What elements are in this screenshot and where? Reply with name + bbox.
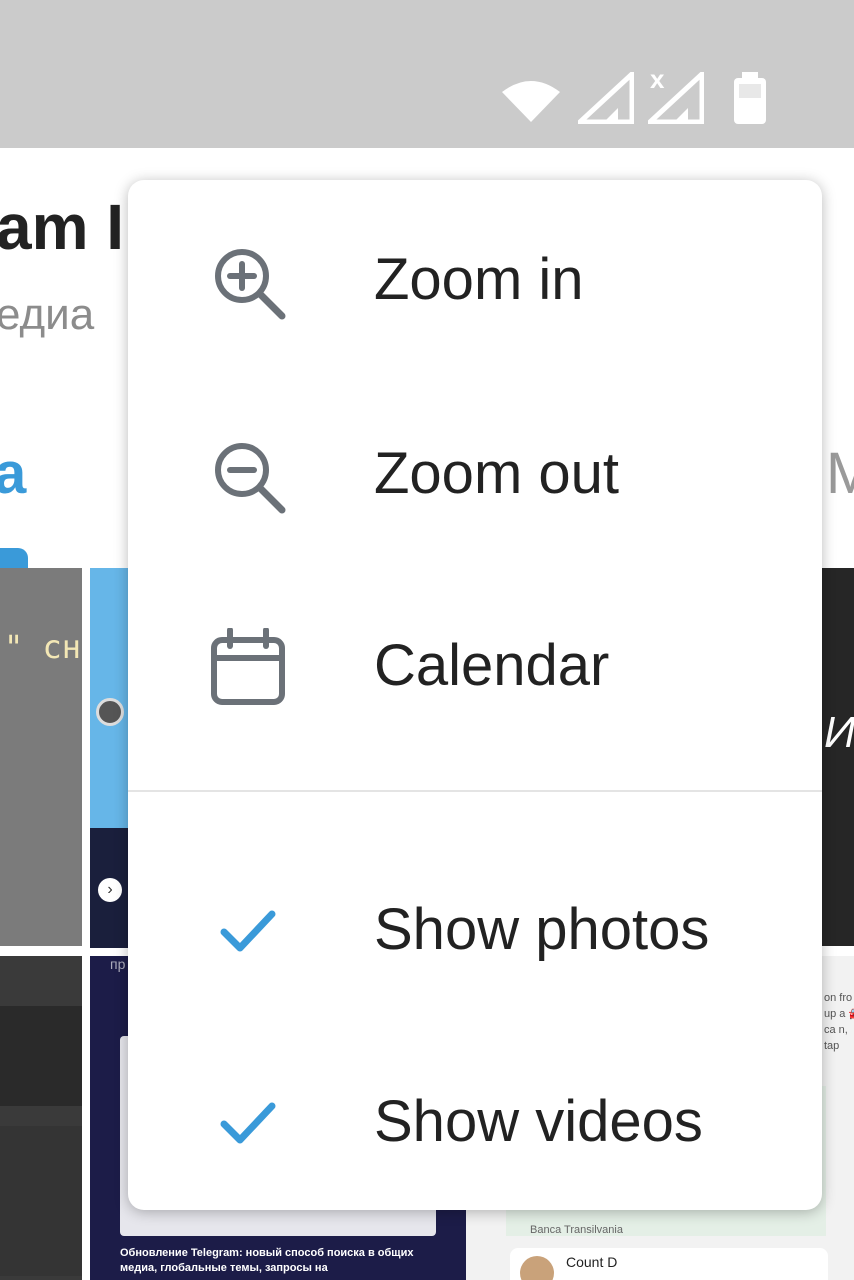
tile-text: on fro s up a 🚘 ca n, tap: [824, 992, 854, 1052]
tab-next[interactable]: M: [826, 440, 854, 507]
menu-item-show-photos[interactable]: Show photos: [128, 830, 822, 1022]
tab-media[interactable]: a: [0, 440, 26, 507]
tile-text: " сно: [4, 628, 82, 666]
calendar-icon: [211, 628, 285, 705]
menu-item-label: Zoom in: [374, 247, 584, 312]
menu-item-calendar[interactable]: Calendar: [128, 566, 822, 758]
menu-item-label: Calendar: [374, 633, 610, 698]
overflow-menu: Zoom in Zoom out Calendar Show photos Sh…: [128, 180, 822, 1210]
no-service-mark: x: [650, 64, 665, 94]
forward-badge-icon: ›: [98, 878, 122, 902]
tile-caption: Обновление Telegram: новый способ поиска…: [120, 1247, 414, 1274]
tile-text: пр: [110, 956, 126, 972]
tab-indicator: [0, 548, 28, 568]
contact-card: Count D: [510, 1248, 828, 1280]
avatar: [520, 1256, 554, 1280]
zoom-in-icon: [215, 249, 286, 320]
zoom-out-icon: [215, 443, 286, 514]
menu-item-label: Show photos: [374, 897, 710, 962]
chat-title: am I: [0, 191, 125, 263]
media-tile[interactable]: [0, 956, 82, 1280]
menu-item-show-videos[interactable]: Show videos: [128, 1022, 822, 1214]
media-tile[interactable]: " сно: [0, 568, 82, 946]
menu-divider: [128, 790, 822, 792]
battery-icon: [734, 72, 766, 124]
status-bar: x: [0, 0, 854, 148]
menu-item-zoom-out[interactable]: Zoom out: [128, 374, 822, 566]
wifi-icon: [502, 81, 560, 122]
menu-item-label: Zoom out: [374, 441, 619, 506]
media-tile[interactable]: [90, 568, 130, 828]
tile-band: [0, 1126, 82, 1276]
check-icon: [220, 1102, 276, 1144]
cell-signal-icon: [578, 72, 634, 124]
menu-item-zoom-in[interactable]: Zoom in: [128, 180, 822, 372]
map-label: Banca Transilvania: [530, 1224, 623, 1236]
menu-item-label: Show videos: [374, 1089, 703, 1154]
chat-subtitle: едиа: [0, 290, 95, 339]
check-icon: [220, 910, 276, 952]
media-tile[interactable]: ›: [90, 828, 130, 948]
avatar: [96, 698, 124, 726]
media-tile[interactable]: И: [820, 568, 854, 946]
tile-text: И: [824, 708, 854, 757]
contact-name: Count D: [566, 1254, 618, 1270]
tile-band: [0, 1006, 82, 1106]
